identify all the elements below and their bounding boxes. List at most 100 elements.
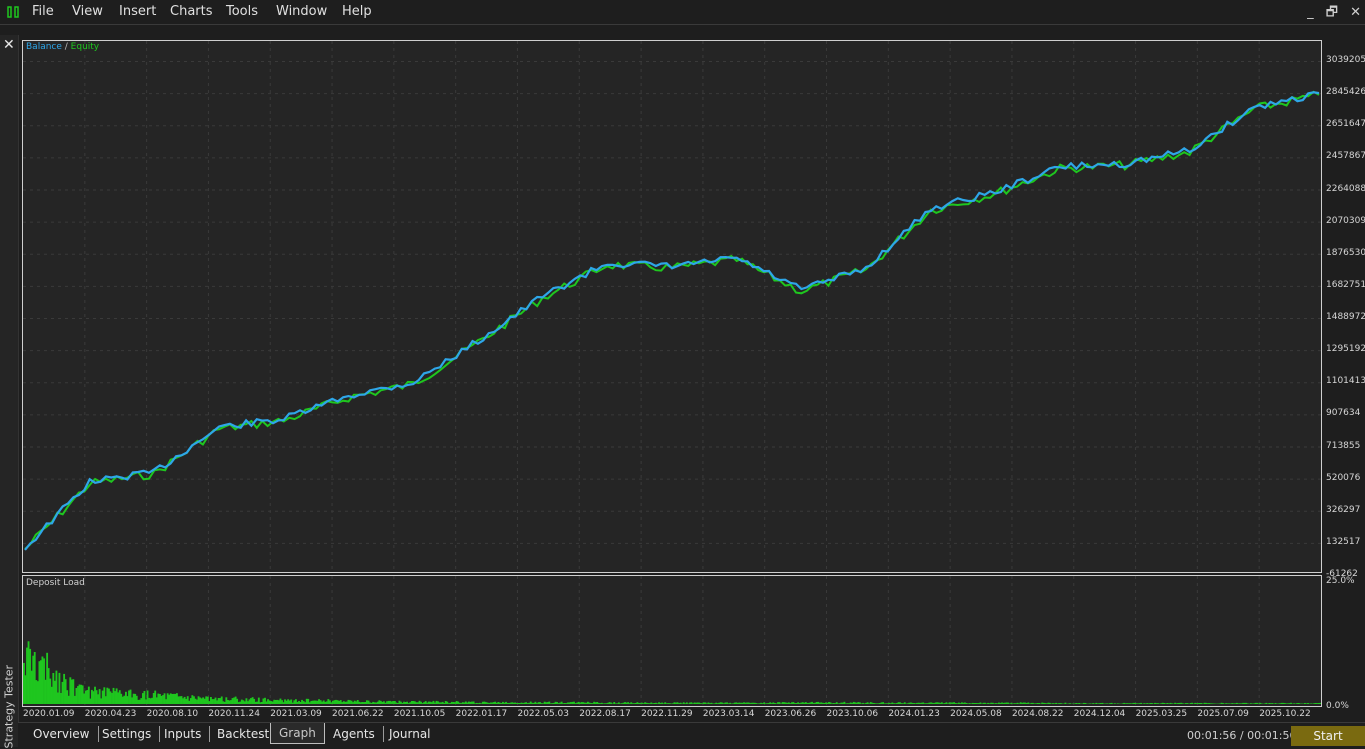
balance-equity-plot	[23, 41, 1321, 572]
deposit-load-bar	[457, 702, 459, 704]
deposit-load-bar	[618, 702, 620, 704]
deposit-load-bar	[1250, 703, 1252, 704]
x-tick-label: 2024.08.22	[1012, 709, 1064, 719]
deposit-load-bar	[847, 703, 849, 704]
deposit-load-bar	[871, 703, 873, 704]
deposit-load-bar	[318, 699, 320, 704]
deposit-load-bar	[584, 703, 586, 704]
start-button[interactable]: Start	[1291, 726, 1365, 746]
deposit-load-bar	[734, 703, 736, 704]
deposit-load-bar	[649, 703, 651, 704]
legend-separator: /	[62, 42, 71, 52]
tab-overview[interactable]: Overview	[25, 726, 99, 742]
strategy-tester-label: Strategy Tester	[3, 659, 16, 749]
deposit-load-bar	[386, 701, 388, 704]
balance-ytick-label: 907634	[1326, 408, 1360, 418]
deposit-load-bar	[925, 703, 927, 704]
deposit-load-bar	[510, 703, 512, 704]
restore-icon[interactable]: 🗗	[1326, 5, 1338, 20]
deposit-load-bar	[1046, 703, 1048, 704]
deposit-load-bar	[738, 703, 740, 704]
x-tick-label: 2022.11.29	[641, 709, 693, 719]
deposit-load-bar	[409, 702, 411, 704]
deposit-load-bar	[59, 673, 61, 704]
deposit-load-bar	[1210, 703, 1212, 704]
menu-charts[interactable]: Charts	[170, 4, 213, 19]
menu-view[interactable]: View	[72, 4, 103, 19]
deposit-load-bar	[621, 703, 623, 704]
close-panel-icon[interactable]: ✕	[3, 37, 15, 53]
deposit-load-bar	[208, 701, 210, 704]
deposit-load-bar	[212, 699, 214, 704]
deposit-load-bar	[751, 703, 753, 704]
deposit-load-bar	[677, 702, 679, 704]
deposit-load-bar	[970, 703, 972, 704]
deposit-load-bar	[496, 703, 498, 704]
deposit-load-bar	[276, 700, 278, 704]
deposit-load-bar	[601, 703, 603, 704]
deposit-load-bar	[942, 703, 944, 704]
deposit-load-bar	[48, 668, 50, 704]
menu-file[interactable]: File	[32, 4, 54, 19]
menu-insert[interactable]: Insert	[119, 4, 156, 19]
deposit-load-bar	[400, 702, 402, 704]
x-tick-label: 2025.03.25	[1136, 709, 1188, 719]
deposit-load-bar	[45, 680, 47, 704]
menu-help[interactable]: Help	[342, 4, 372, 19]
tab-backtest[interactable]: Backtest	[209, 726, 278, 742]
deposit-load-bar	[522, 703, 524, 704]
deposit-load-bar	[324, 702, 326, 704]
deposit-load-bar	[946, 702, 948, 704]
deposit-load-bar	[786, 703, 788, 704]
deposit-load-bar	[1171, 703, 1173, 704]
deposit-load-bar	[1072, 704, 1074, 705]
deposit-load-bar	[123, 696, 125, 704]
deposit-load-bar	[1176, 703, 1178, 704]
deposit-load-bar	[908, 703, 910, 704]
menu-window[interactable]: Window	[276, 4, 327, 19]
deposit-load-bar	[471, 702, 473, 704]
tab-journal[interactable]: Journal	[381, 726, 439, 742]
deposit-load-bar	[1168, 703, 1170, 704]
deposit-load-bar	[239, 702, 241, 704]
tab-graph[interactable]: Graph	[270, 723, 325, 744]
deposit-load-bar	[1148, 704, 1150, 705]
deposit-load-bar	[964, 703, 966, 705]
deposit-load-bar	[335, 700, 337, 704]
deposit-load-bar	[102, 691, 104, 704]
menu-tools[interactable]: Tools	[226, 4, 258, 19]
deposit-load-bar	[1298, 703, 1300, 704]
deposit-load-bar	[332, 701, 334, 704]
deposit-load-bar	[140, 698, 142, 704]
deposit-load-bar	[502, 702, 504, 704]
tab-settings[interactable]: Settings	[94, 726, 160, 742]
equity-line	[25, 92, 1319, 549]
deposit-load-bar	[874, 703, 876, 704]
deposit-load-bar	[844, 702, 846, 704]
tester-tab-bar: Overview Settings Inputs Backtest Graph …	[18, 722, 1365, 748]
deposit-load-bar	[708, 703, 710, 705]
deposit-load-bar	[956, 703, 958, 704]
deposit-load-bar	[833, 703, 835, 704]
deposit-load-bar	[533, 703, 535, 704]
deposit-load-bar	[253, 699, 255, 704]
deposit-load-bar	[680, 703, 682, 704]
deposit-load-bar	[120, 694, 122, 704]
deposit-load-bar	[1241, 703, 1243, 704]
x-tick-label: 2024.01.23	[888, 709, 940, 719]
deposit-load-bar	[1083, 703, 1085, 704]
deposit-load-bar	[587, 702, 589, 704]
minimize-icon[interactable]: _	[1307, 5, 1314, 20]
deposit-load-bar	[1128, 703, 1130, 704]
deposit-load-bar	[397, 703, 399, 704]
deposit-load-bar	[799, 703, 801, 704]
deposit-load-bar	[916, 703, 918, 704]
deposit-load-bar	[82, 685, 84, 704]
x-tick-label: 2023.06.26	[765, 709, 817, 719]
deposit-load-bar	[998, 703, 1000, 704]
deposit-load-bar	[1058, 703, 1060, 704]
deposit-load-bar	[823, 703, 825, 704]
tab-agents[interactable]: Agents	[325, 726, 384, 742]
tab-inputs[interactable]: Inputs	[156, 726, 210, 742]
close-window-icon[interactable]: ✕	[1350, 5, 1361, 20]
